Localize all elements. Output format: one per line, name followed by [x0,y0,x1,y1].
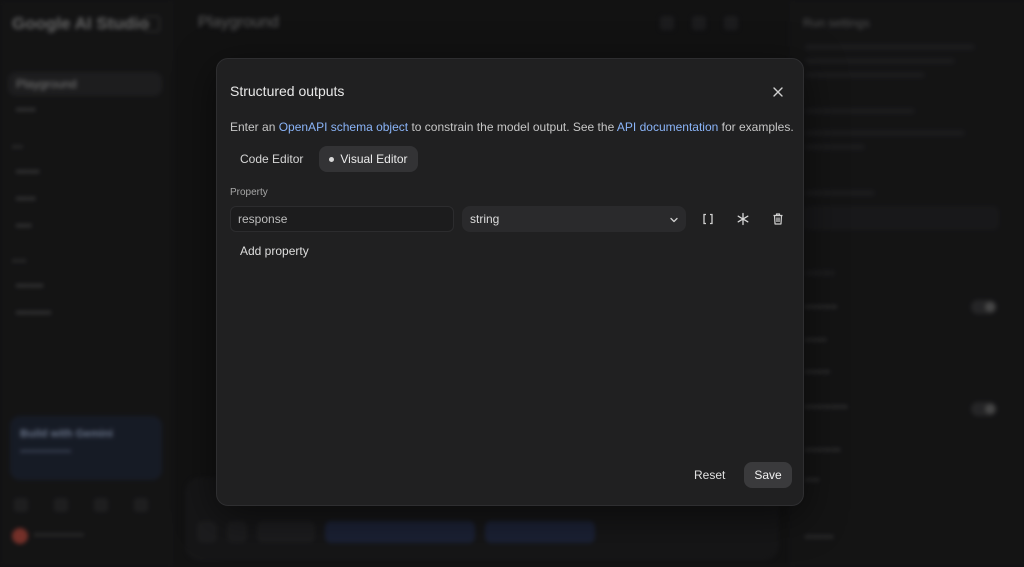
api-documentation-link[interactable]: API documentation [617,120,718,134]
tab-visual-editor[interactable]: Visual Editor [319,146,418,172]
dialog-description: Enter an OpenAPI schema object to constr… [230,120,794,134]
toggle-array-button[interactable] [699,210,717,228]
add-property-button[interactable]: Add property [240,244,309,258]
openapi-schema-link[interactable]: OpenAPI schema object [279,120,408,134]
tab-code-editor[interactable]: Code Editor [230,146,313,172]
description-text: Enter an [230,120,279,134]
asterisk-icon [737,212,749,226]
close-icon [773,87,783,97]
tab-label: Visual Editor [340,152,408,166]
trash-icon [773,213,783,225]
active-dot-icon [329,156,335,162]
brackets-icon [703,213,713,225]
description-text: for examples. [718,120,794,134]
property-label: Property [230,187,268,198]
property-type-select[interactable]: string [462,206,686,232]
structured-outputs-dialog: Structured outputs Enter an OpenAPI sche… [216,58,804,506]
property-type-value: string [470,212,500,226]
property-name-input[interactable] [230,206,454,232]
editor-tabs: Code Editor Visual Editor [230,146,418,172]
save-button[interactable]: Save [744,462,792,488]
description-text: to constrain the model output. See the [408,120,617,134]
chevron-down-icon [670,217,678,223]
close-button[interactable] [769,83,787,101]
tab-label: Code Editor [240,152,304,166]
delete-property-button[interactable] [769,210,787,228]
toggle-required-button[interactable] [734,210,752,228]
dialog-title: Structured outputs [230,83,345,99]
reset-button[interactable]: Reset [687,462,732,488]
